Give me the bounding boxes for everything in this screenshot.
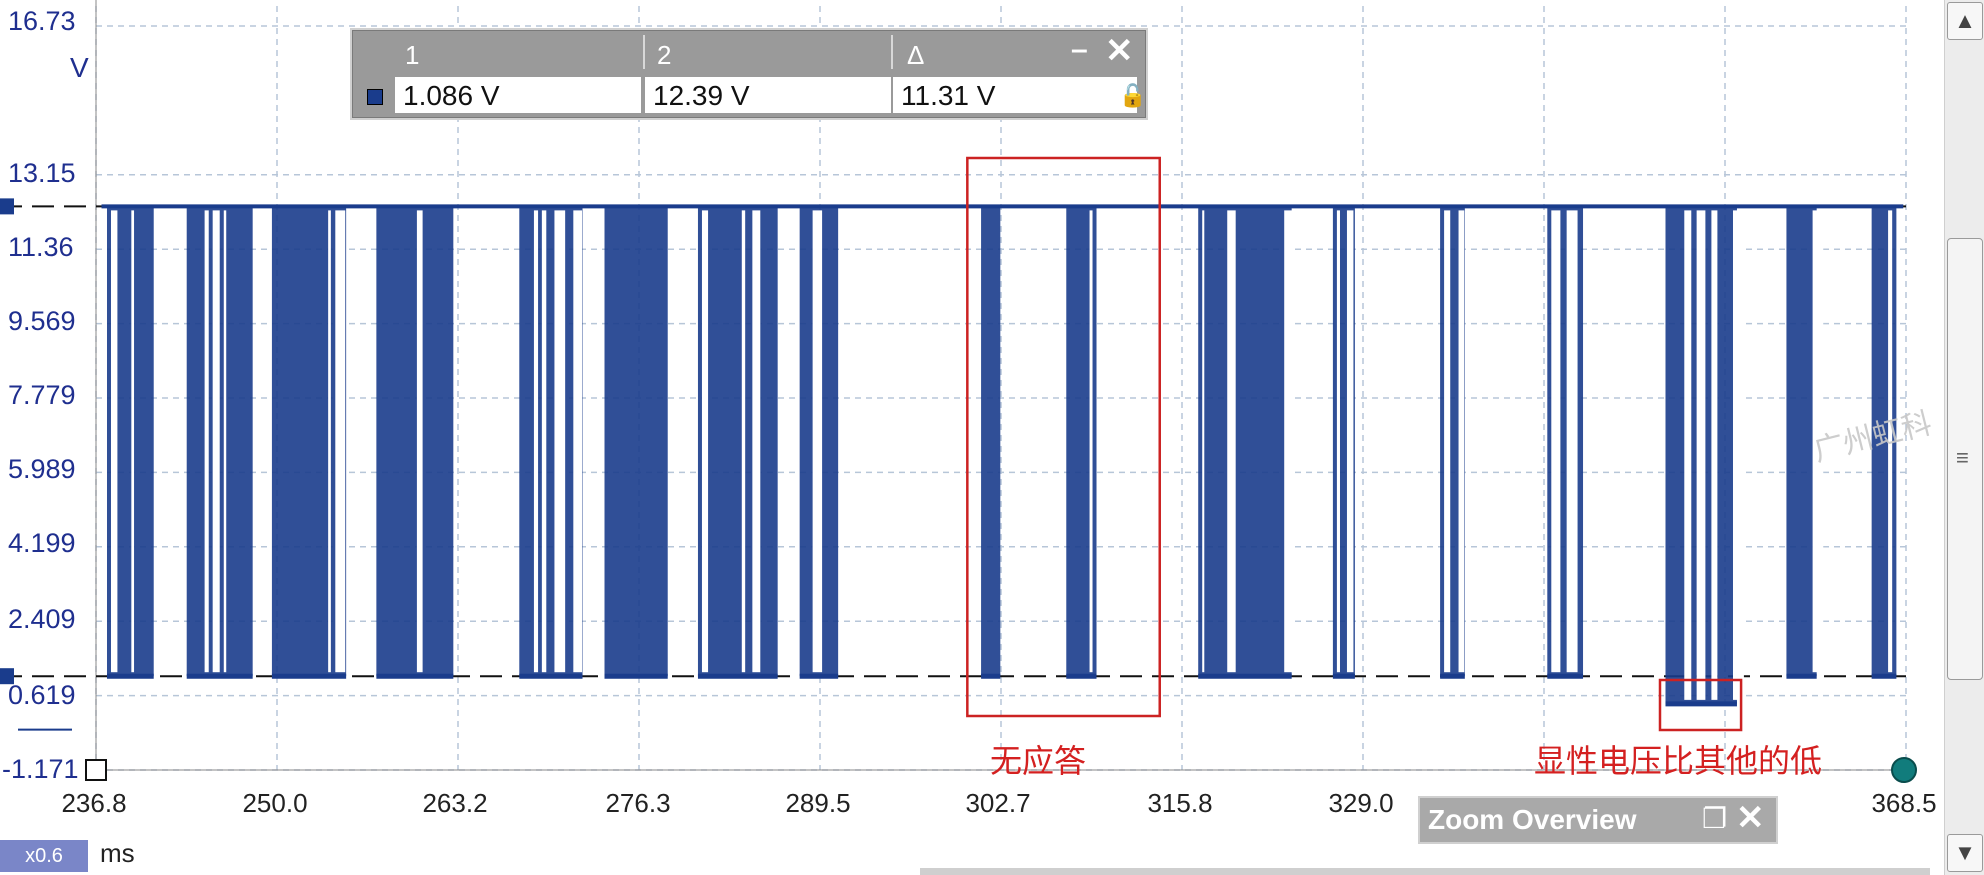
y-tick-label: 0.619 <box>8 680 76 710</box>
zoom-factor-badge[interactable]: x0.6 <box>0 840 88 872</box>
signal-burst <box>271 206 347 677</box>
y-tick-label: 16.73 <box>8 6 76 36</box>
signal-recessive-gap <box>1202 210 1205 673</box>
signal-recessive-gap <box>1444 210 1451 673</box>
scroll-up-button[interactable]: ▲ <box>1947 2 1983 40</box>
signal-recessive-gap <box>110 210 118 673</box>
measure-header-2: 2 <box>657 40 672 70</box>
signal-recessive-gap <box>328 210 331 673</box>
signal-burst <box>604 206 668 677</box>
cursor-handle-high <box>0 198 14 215</box>
signal-recessive-gap <box>416 210 423 673</box>
signal-burst <box>697 206 778 677</box>
horizontal-scrollbar[interactable] <box>920 868 1930 875</box>
signal-recessive-gap <box>701 210 709 673</box>
signal-recessive-gap <box>335 210 346 673</box>
signal-recessive-gap <box>131 210 135 673</box>
annotation-dominant-voltage-low: 显性电压比其他的低 <box>1534 742 1823 780</box>
x-tick-label: 315.8 <box>1147 788 1213 818</box>
ruler-end-marker <box>1891 757 1917 783</box>
measure-value-1: 1.086 V <box>395 77 641 113</box>
zoom-overview-panel[interactable]: Zoom Overview ❐ ✕ <box>1418 796 1778 844</box>
minimize-icon[interactable]: – <box>1071 33 1088 67</box>
measure-value-2: 12.39 V <box>645 77 891 113</box>
signal-recessive-gap <box>1089 210 1093 673</box>
signal-recessive-gap <box>812 210 823 673</box>
signal-burst <box>981 206 1001 677</box>
series-color-swatch <box>367 89 383 105</box>
x-tick-label: 236.8 <box>61 788 127 818</box>
signal-burst <box>519 206 583 677</box>
signal-recessive-gap <box>573 210 583 673</box>
grip-icon: ≡ <box>1956 445 1969 470</box>
close-icon[interactable]: ✕ <box>1105 31 1134 71</box>
signal-recessive-gap <box>223 210 227 673</box>
signal-recessive-gap <box>1346 210 1354 673</box>
signal-recessive-gap <box>1711 210 1718 700</box>
signal-recessive-gap <box>204 210 209 673</box>
signal-recessive-gap <box>554 210 566 673</box>
y-tick-label: 9.569 <box>8 306 76 336</box>
x-tick-label: 276.3 <box>605 788 671 818</box>
x-tick-label: 250.0 <box>242 788 308 818</box>
x-tick-label: 302.7 <box>965 788 1031 818</box>
signal-recessive-gap <box>212 210 220 673</box>
x-axis-unit: ms <box>100 838 135 868</box>
signal-recessive-gap <box>741 210 746 673</box>
close-icon[interactable]: ✕ <box>1736 798 1765 838</box>
measure-header-delta: Δ <box>907 40 925 70</box>
y-tick-label: -1.171 <box>2 754 79 784</box>
signal-recessive-gap <box>1336 210 1340 673</box>
y-tick-label: 11.36 <box>8 232 74 262</box>
y-axis-unit: V <box>70 52 89 83</box>
x-tick-label: 289.5 <box>785 788 851 818</box>
measure-value-delta: 11.31 V <box>893 77 1137 113</box>
measurement-panel[interactable]: 1 2 Δ – ✕ 1.086 V 12.39 V 11.31 V 🔓 <box>352 30 1146 118</box>
x-tick-label: 329.0 <box>1328 788 1394 818</box>
zoom-overview-title: Zoom Overview <box>1428 804 1637 835</box>
x-tick-label: 263.2 <box>422 788 488 818</box>
signal-recessive-gap <box>1227 210 1236 673</box>
signal-recessive-gap <box>1566 210 1578 673</box>
signal-recessive-gap <box>752 210 761 673</box>
scroll-down-button[interactable]: ▼ <box>1947 834 1983 872</box>
lock-icon[interactable]: 🔓 <box>1119 83 1146 109</box>
signal-recessive-gap <box>1458 210 1465 673</box>
signal-recessive-gap <box>1696 210 1706 700</box>
vertical-scrollbar[interactable]: ▲ ≡ ▼ <box>1944 0 1984 875</box>
signal-recessive-gap <box>1284 210 1295 673</box>
restore-icon[interactable]: ❐ <box>1702 802 1727 835</box>
y-tick-label: 4.199 <box>8 528 76 558</box>
measure-header-1: 1 <box>405 40 420 70</box>
signal-burst <box>376 206 454 677</box>
signal-burst <box>1198 206 1292 677</box>
scrollbar-thumb[interactable]: ≡ <box>1947 238 1983 680</box>
y-tick-label: 13.15 <box>8 158 76 188</box>
measure-divider <box>643 35 645 69</box>
x-tick-label: 368.5 <box>1871 788 1937 818</box>
y-tick-label: 5.989 <box>8 454 76 484</box>
y-tick-label: 7.779 <box>8 380 76 410</box>
y-tick-label: 2.409 <box>8 604 76 634</box>
measure-divider <box>891 35 893 69</box>
signal-recessive-gap <box>533 210 539 673</box>
signal-recessive-gap <box>1732 210 1744 700</box>
signal-recessive-gap <box>541 210 547 673</box>
annotation-no-response: 无应答 <box>990 742 1087 780</box>
signal-recessive-gap <box>1551 210 1561 673</box>
signal-recessive-gap <box>1684 210 1692 700</box>
ruler-start-marker <box>85 759 107 781</box>
